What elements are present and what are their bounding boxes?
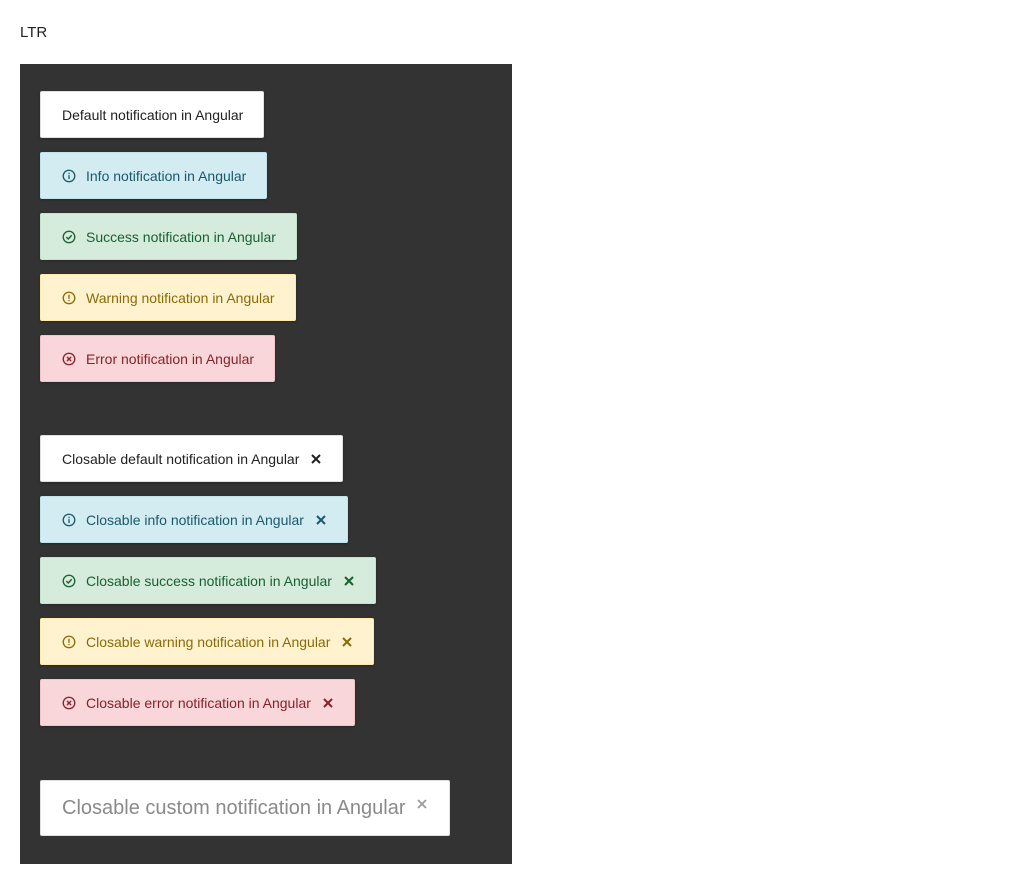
notification-text: Warning notification in Angular [86,289,275,306]
error-notification: Error notification in Angular [40,335,276,382]
notification-text: Closable success notification in Angular [86,572,332,589]
notification-list: Default notification in Angular Info not… [40,91,297,382]
notification-text: Success notification in Angular [86,228,276,245]
check-circle-icon [62,230,76,244]
closable-warning-notification: Closable warning notification in Angular [40,618,375,665]
default-notification: Default notification in Angular [40,91,265,138]
exclamation-circle-icon [62,635,76,649]
closable-notification-list: Closable default notification in Angular… [40,435,376,726]
notification-text: Error notification in Angular [86,350,255,367]
notification-text: Closable custom notification in Angular [62,796,406,819]
closable-info-notification: Closable info notification in Angular [40,496,348,543]
close-icon[interactable] [416,798,428,810]
warning-notification: Warning notification in Angular [40,274,296,321]
close-icon[interactable] [341,636,353,648]
check-circle-icon [62,574,76,588]
close-icon[interactable] [310,453,322,465]
closable-default-notification: Closable default notification in Angular [40,435,344,482]
success-notification: Success notification in Angular [40,213,297,260]
notification-text: Closable warning notification in Angular [86,633,331,650]
info-circle-icon [62,169,76,183]
direction-label: LTR [20,24,48,41]
notification-text: Closable default notification in Angular [62,450,300,467]
closable-custom-notification: Closable custom notification in Angular [40,780,450,836]
notification-text: Closable info notification in Angular [86,511,304,528]
notification-text: Closable error notification in Angular [86,694,311,711]
x-circle-icon [62,352,76,366]
info-circle-icon [62,513,76,527]
close-icon[interactable] [343,575,355,587]
info-notification: Info notification in Angular [40,152,268,199]
close-icon[interactable] [315,514,327,526]
notification-text: Default notification in Angular [62,106,244,123]
x-circle-icon [62,696,76,710]
close-icon[interactable] [322,697,334,709]
exclamation-circle-icon [62,291,76,305]
notifications-panel: Default notification in Angular Info not… [20,64,512,864]
notification-text: Info notification in Angular [86,167,247,184]
closable-error-notification: Closable error notification in Angular [40,679,355,726]
closable-success-notification: Closable success notification in Angular [40,557,376,604]
